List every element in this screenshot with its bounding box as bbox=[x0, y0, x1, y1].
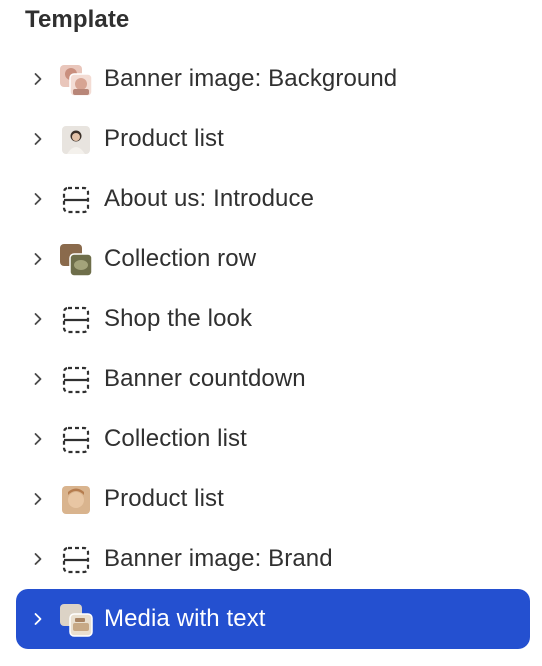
chevron-right-icon[interactable] bbox=[28, 189, 48, 209]
image-thumbnail-icon bbox=[59, 483, 93, 517]
section-label: Product list bbox=[104, 485, 224, 512]
section-row-shop-the-look[interactable]: Shop the look bbox=[16, 289, 530, 349]
section-label: Banner image: Brand bbox=[104, 545, 333, 572]
section-row-banner-image-background[interactable]: Banner image: Background bbox=[16, 49, 530, 109]
section-row-banner-image-brand[interactable]: Banner image: Brand bbox=[16, 529, 530, 589]
section-row-media-with-text[interactable]: Media with text bbox=[16, 589, 530, 649]
section-placeholder-icon bbox=[59, 183, 93, 217]
section-placeholder-icon bbox=[59, 423, 93, 457]
chevron-right-icon[interactable] bbox=[28, 69, 48, 89]
image-thumbnail-icon bbox=[59, 123, 93, 157]
section-row-collection-row[interactable]: Collection row bbox=[16, 229, 530, 289]
section-row-about-us-introduce[interactable]: About us: Introduce bbox=[16, 169, 530, 229]
section-label: Banner countdown bbox=[104, 365, 306, 392]
chevron-right-icon[interactable] bbox=[28, 609, 48, 629]
section-tree: Banner image: Background Product list Ab… bbox=[16, 49, 530, 649]
chevron-right-icon[interactable] bbox=[28, 309, 48, 329]
image-thumbnail-icon bbox=[59, 63, 93, 97]
image-thumbnail-icon bbox=[59, 603, 93, 637]
image-thumbnail-icon bbox=[59, 243, 93, 277]
section-label: Product list bbox=[104, 125, 224, 152]
section-label: Collection list bbox=[104, 425, 247, 452]
section-row-product-list[interactable]: Product list bbox=[16, 109, 530, 169]
chevron-right-icon[interactable] bbox=[28, 129, 48, 149]
chevron-right-icon[interactable] bbox=[28, 249, 48, 269]
section-row-product-list-2[interactable]: Product list bbox=[16, 469, 530, 529]
section-placeholder-icon bbox=[59, 543, 93, 577]
section-label: Shop the look bbox=[104, 305, 253, 332]
section-row-banner-countdown[interactable]: Banner countdown bbox=[16, 349, 530, 409]
panel-title: Template bbox=[25, 6, 130, 33]
section-label: Media with text bbox=[104, 605, 266, 632]
section-row-collection-list[interactable]: Collection list bbox=[16, 409, 530, 469]
chevron-right-icon[interactable] bbox=[28, 369, 48, 389]
section-label: Collection row bbox=[104, 245, 257, 272]
chevron-right-icon[interactable] bbox=[28, 429, 48, 449]
section-placeholder-icon bbox=[59, 363, 93, 397]
section-label: About us: Introduce bbox=[104, 185, 315, 212]
chevron-right-icon[interactable] bbox=[28, 549, 48, 569]
section-placeholder-icon bbox=[59, 303, 93, 337]
chevron-right-icon[interactable] bbox=[28, 489, 48, 509]
section-label: Banner image: Background bbox=[104, 65, 398, 92]
